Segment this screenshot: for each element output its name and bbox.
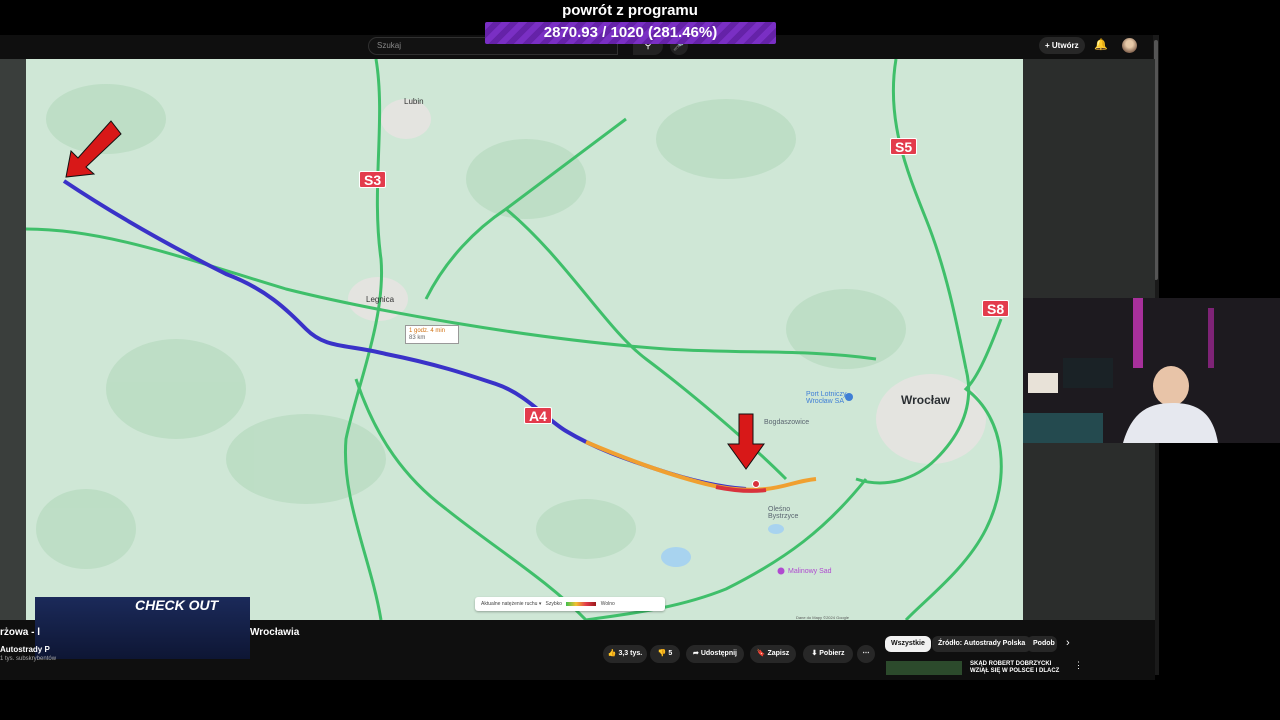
save-button[interactable]: 🔖 Zapisz	[750, 645, 796, 663]
create-label: Utwórz	[1051, 41, 1079, 50]
webcam-image	[1023, 298, 1280, 443]
chevron-right-icon[interactable]: ›	[1066, 637, 1070, 649]
legend-traffic-label: Aktualne natężenie ruchu	[481, 601, 538, 607]
overlay-counter: 2870.93 / 1020 (281.46%)	[485, 22, 776, 44]
arrow-marker-end	[727, 413, 765, 470]
bell-icon[interactable]: 🔔	[1094, 38, 1108, 51]
location-pin	[752, 480, 760, 488]
video-title-end: Wrocławia	[250, 627, 300, 638]
dislike-count: 5	[668, 650, 673, 657]
save-label: Zapisz	[767, 650, 790, 657]
city-label: Port Lotniczy Wrocław SA	[806, 391, 847, 405]
video-left-border	[0, 59, 26, 620]
traffic-legend[interactable]: Aktualne natężenie ruchu ▾ Szybko Wolno	[475, 597, 665, 611]
avatar[interactable]	[1122, 38, 1137, 53]
download-button[interactable]: ⬇ Pobierz	[803, 645, 853, 663]
chip-all[interactable]: Wszystkie	[885, 636, 931, 652]
eta-distance: 83 km	[409, 335, 426, 341]
city-label-wroclaw: Wrocław	[901, 393, 951, 407]
city-label: Legnica	[366, 295, 395, 304]
share-button[interactable]: ➦ Udostępnij	[686, 645, 744, 663]
city-label: Lubin	[404, 97, 424, 106]
road-sign-s5: S5	[890, 138, 918, 155]
create-button[interactable]: + Utwórz	[1039, 37, 1085, 54]
legend-slow-label: Wolno	[600, 601, 615, 607]
like-count: 3,3 tys.	[618, 650, 643, 657]
city-label: Bogdaszowice	[764, 419, 810, 426]
recommendation-menu-icon[interactable]: ⋮	[1074, 660, 1083, 671]
road-sign-a4: A4	[524, 407, 552, 424]
road-sign-s8: S8	[982, 300, 1010, 317]
more-button[interactable]: ⋯	[857, 645, 875, 663]
dislike-button[interactable]: 👎 5	[650, 645, 680, 663]
legend-fast-label: Szybko	[545, 601, 562, 607]
check-out-banner[interactable]: CHECK OUT	[35, 597, 250, 659]
recommendation-title[interactable]: SKĄD ROBERT DOBRZYCKI WZIĄŁ SIĘ W POLSCE…	[970, 661, 1070, 675]
like-button[interactable]: 👍 3,3 tys.	[603, 645, 647, 663]
chip-similar[interactable]: Podob	[1027, 636, 1057, 652]
webcam-overlay	[1023, 298, 1280, 443]
check-out-text: CHECK OUT	[135, 597, 219, 613]
place-pin-icon	[777, 567, 785, 575]
legend-gradient	[566, 601, 597, 606]
video-title: rżowa - l	[0, 627, 41, 638]
city-label: Malinowy Sad	[788, 568, 832, 575]
eta-callout[interactable]: 1 godz. 4 min 83 km	[405, 325, 459, 344]
recommendation-thumbnail[interactable]	[886, 661, 962, 675]
route-traffic	[585, 440, 817, 492]
overlay-title: powrót z programu	[562, 2, 698, 19]
channel-name[interactable]: Autostrady P	[0, 645, 50, 654]
road-sign-s3: S3	[359, 171, 387, 188]
city-label: Oleśno Bystrzyce	[768, 506, 799, 520]
map-roads	[26, 59, 1003, 620]
eta-time: 1 godz. 4 min	[409, 328, 446, 334]
share-label: Udostępnij	[700, 650, 737, 657]
subscriber-count: 1 tys. subskrybentów	[0, 656, 57, 662]
download-label: Pobierz	[819, 650, 845, 657]
chip-source[interactable]: Źródło: Autostrady Polska	[932, 636, 1032, 652]
map-view: S3 S5 S8 A4 Wrocław Lubin Legnica Port L…	[26, 59, 1023, 620]
